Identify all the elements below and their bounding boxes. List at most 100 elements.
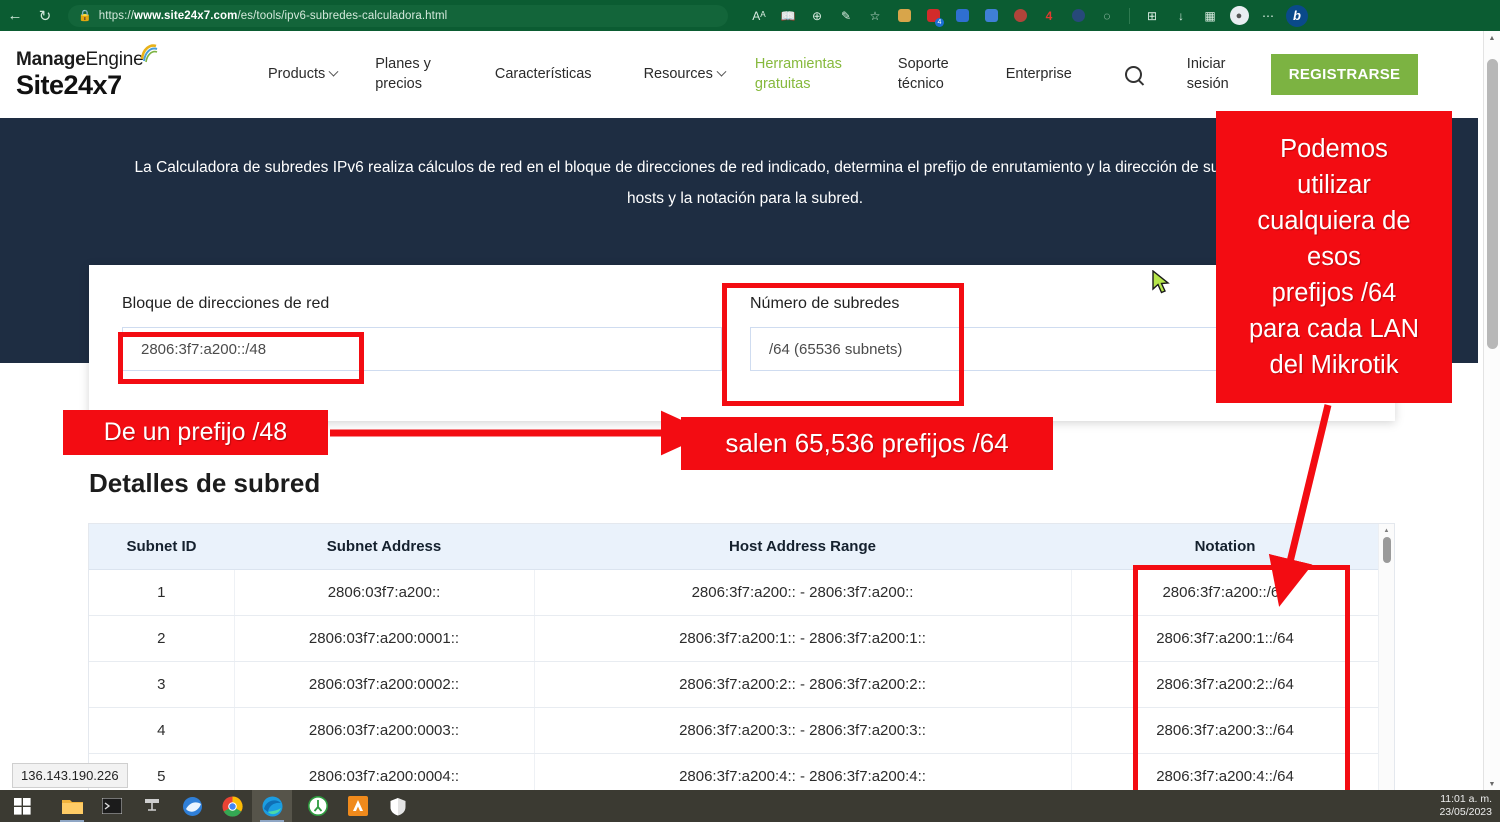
account-icon[interactable]: ● (1226, 4, 1252, 28)
file-explorer-icon[interactable] (52, 790, 92, 822)
cell-subnet-id: 2 (89, 615, 234, 661)
cell-notation: 2806:3f7:a200::/64 (1071, 569, 1379, 615)
blue-browser-icon[interactable] (172, 790, 212, 822)
extension-ip-icon[interactable] (1065, 4, 1091, 28)
table-header-row: Subnet ID Subnet Address Host Address Ra… (89, 524, 1379, 569)
main-navigation: Products Planes y precios Característica… (196, 54, 1483, 95)
scroll-down-arrow-icon[interactable]: ▼ (1484, 777, 1500, 791)
cell-subnet-id: 3 (89, 661, 234, 707)
url-path: /es/tools/ipv6-subredes-calculadora.html (237, 10, 447, 22)
taskbar-clock[interactable]: 11:01 a. m. 23/05/2023 (1439, 790, 1492, 822)
cell-host-address-range: 2806:3f7:a200:3:: - 2806:3f7:a200:3:: (534, 707, 1071, 753)
read-aloud-icon[interactable]: Aᴬ (746, 4, 772, 28)
cell-subnet-address: 2806:03f7:a200:0004:: (234, 753, 534, 795)
login-link[interactable]: Iniciar sesión (1187, 55, 1229, 94)
scroll-up-arrow-icon[interactable]: ▲ (1484, 31, 1500, 45)
cell-subnet-id: 1 (89, 569, 234, 615)
register-button[interactable]: REGISTRARSE (1271, 54, 1419, 95)
page-title: Detalles de subred (89, 468, 320, 499)
nav-item-resources[interactable]: Resources (644, 65, 725, 85)
mikrotik-icon[interactable] (338, 790, 378, 822)
winbox-green-icon[interactable] (298, 790, 338, 822)
column-header-host-range: Host Address Range (534, 524, 1071, 569)
annotation-prefix-48: De un prefijo /48 (63, 410, 328, 455)
nav-item-caracteristicas[interactable]: Características (495, 65, 592, 85)
browser-toolbar-icons: Aᴬ 📖 ⊕ ✎ ☆ 4 4 ◌ ⊞ ↓ ▦ (746, 4, 1310, 28)
microsoft-edge-icon[interactable] (252, 790, 292, 822)
nav-item-soporte-tecnico[interactable]: Soporte técnico (898, 55, 949, 94)
table-scroll-up-arrow-icon[interactable]: ▲ (1379, 524, 1394, 537)
table-scrollbar[interactable]: ▲ (1378, 524, 1394, 795)
immersive-reader-icon[interactable]: 📖 (775, 4, 801, 28)
zoom-icon[interactable]: ⊕ (804, 4, 830, 28)
field-network-block: Bloque de direcciones de red 2806:3f7:a2… (122, 265, 722, 421)
chevron-down-icon (716, 67, 726, 77)
reload-icon[interactable]: ↻ (30, 1, 60, 31)
terminal-icon[interactable] (92, 790, 132, 822)
search-icon (1125, 66, 1142, 83)
site-logo[interactable]: ManageEngine Site24x7 (16, 49, 196, 99)
extension-face-icon[interactable] (1007, 4, 1033, 28)
table-row: 42806:03f7:a200:0003::2806:3f7:a200:3:: … (89, 707, 1379, 753)
clock-date: 23/05/2023 (1439, 806, 1492, 819)
bing-chat-icon[interactable]: b (1284, 4, 1310, 28)
network-block-input[interactable]: 2806:3f7:a200::/48 (122, 327, 722, 371)
cell-subnet-id: 4 (89, 707, 234, 753)
translate-icon[interactable] (978, 4, 1004, 28)
extension-shield-icon[interactable] (891, 4, 917, 28)
cell-host-address-range: 2806:3f7:a200:: - 2806:3f7:a200:: (534, 569, 1071, 615)
url-domain: www.site24x7.com (134, 10, 237, 22)
pen-annotate-icon[interactable]: ✎ (833, 4, 859, 28)
extension-badge-count: 4 (935, 18, 944, 27)
lock-icon: 🔒 (78, 9, 92, 22)
chevron-down-icon (329, 67, 339, 77)
page-scrollbar[interactable]: ▲ ▼ (1483, 31, 1500, 791)
google-chrome-icon[interactable] (212, 790, 252, 822)
nav-label-herramientas: Herramientas gratuitas (755, 55, 842, 94)
page-scrollbar-thumb[interactable] (1487, 59, 1498, 349)
screen: ← ↻ 🔒 https://www.site24x7.com/es/tools/… (0, 0, 1500, 822)
table-scrollbar-thumb[interactable] (1383, 537, 1391, 563)
extension-four-icon[interactable]: 4 (1036, 4, 1062, 28)
winbox-icon[interactable] (132, 790, 172, 822)
table-row: 12806:03f7:a200::2806:3f7:a200:: - 2806:… (89, 569, 1379, 615)
table-row: 32806:03f7:a200:0002::2806:3f7:a200:2:: … (89, 661, 1379, 707)
subnet-details-table-wrapper: Subnet ID Subnet Address Host Address Ra… (88, 523, 1395, 795)
clock-time: 11:01 a. m. (1439, 793, 1492, 806)
browser-toolbar: ← ↻ 🔒 https://www.site24x7.com/es/tools/… (0, 0, 1500, 31)
collections-icon[interactable]: ⊞ (1139, 4, 1165, 28)
downloads-icon[interactable]: ↓ (1168, 4, 1194, 28)
cell-notation: 2806:3f7:a200:2::/64 (1071, 661, 1379, 707)
url-prefix: https:// (99, 10, 134, 22)
extension-badge-icon[interactable]: 4 (920, 4, 946, 28)
edge-profile-icon[interactable]: ▦ (1197, 4, 1223, 28)
cell-notation: 2806:3f7:a200:4::/64 (1071, 753, 1379, 795)
nav-item-enterprise[interactable]: Enterprise (1006, 65, 1072, 85)
cell-host-address-range: 2806:3f7:a200:2:: - 2806:3f7:a200:2:: (534, 661, 1071, 707)
site-header: ManageEngine Site24x7 Products Planes y … (0, 31, 1483, 118)
nav-item-herramientas-gratuitas[interactable]: Herramientas gratuitas (755, 55, 842, 94)
back-arrow-icon[interactable]: ← (0, 1, 30, 31)
extension-ghost-icon[interactable]: ◌ (1094, 4, 1120, 28)
extension-bluetooth-icon[interactable] (949, 4, 975, 28)
column-header-subnet-id: Subnet ID (89, 524, 234, 569)
nav-label-planes: Planes y precios (375, 55, 431, 94)
cell-host-address-range: 2806:3f7:a200:1:: - 2806:3f7:a200:1:: (534, 615, 1071, 661)
more-options-icon[interactable]: ⋯ (1255, 4, 1281, 28)
cell-subnet-address: 2806:03f7:a200:0002:: (234, 661, 534, 707)
cell-subnet-address: 2806:03f7:a200:: (234, 569, 534, 615)
favorites-star-icon[interactable]: ☆ (862, 4, 888, 28)
logo-site24x7-text: Site24x7 (16, 71, 196, 99)
windows-start-icon[interactable] (0, 790, 44, 822)
table-row: 52806:03f7:a200:0004::2806:3f7:a200:4:: … (89, 753, 1379, 795)
address-bar[interactable]: 🔒 https://www.site24x7.com/es/tools/ipv6… (68, 5, 728, 27)
nav-item-products[interactable]: Products (268, 65, 337, 85)
login-label: Iniciar sesión (1187, 55, 1229, 94)
shield-icon[interactable] (378, 790, 418, 822)
subnet-details-table: Subnet ID Subnet Address Host Address Ra… (89, 524, 1380, 795)
nav-item-planes-precios[interactable]: Planes y precios (375, 55, 431, 94)
calculator-form-card: Bloque de direcciones de red 2806:3f7:a2… (89, 265, 1395, 421)
logo-swoosh-icon (140, 43, 158, 63)
search-button[interactable] (1125, 66, 1142, 83)
mouse-cursor-icon (1152, 270, 1172, 296)
